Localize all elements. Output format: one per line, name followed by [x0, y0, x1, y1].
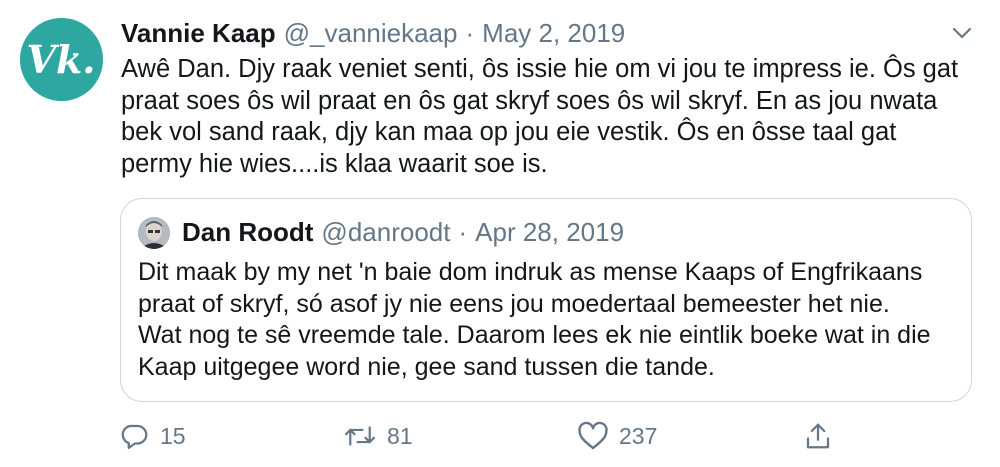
- chevron-down-icon[interactable]: [950, 22, 974, 44]
- author-name[interactable]: Vannie Kaap: [121, 18, 276, 49]
- avatar[interactable]: Vk.: [20, 18, 103, 101]
- quoted-text-line: Kaap uitgegee word nie, gee sand tussen …: [138, 352, 715, 381]
- avatar-logo-text: Vk.: [26, 37, 95, 82]
- quoted-author-handle: @danroodt: [321, 216, 451, 247]
- tweet: Vk. Vannie Kaap @_vanniekaap · May 2, 20…: [0, 0, 1000, 467]
- tweet-text: Awê Dan. Djy raak veniet senti, ôs issie…: [121, 54, 981, 180]
- quoted-text-line: Wat nog te sê vreemde tale. Daarom lees …: [138, 321, 931, 349]
- quoted-tweet[interactable]: Dan Roodt @danroodt · Apr 28, 2019 Dit m…: [120, 198, 972, 402]
- quoted-tweet-header: Dan Roodt @danroodt · Apr 28, 2019: [182, 215, 624, 249]
- share-button[interactable]: [803, 418, 833, 454]
- tweet-date[interactable]: May 2, 2019: [482, 18, 625, 49]
- quoted-text-line: praat of skryf, só asof jy nie eens jou …: [138, 289, 890, 318]
- retweet-icon: [344, 426, 376, 446]
- quoted-text-line: Dit maak by my net 'n baie dom indruk as…: [138, 258, 923, 286]
- quoted-avatar: [138, 217, 170, 249]
- like-button[interactable]: 237: [577, 418, 657, 454]
- tweet-text-line: Awê Dan. Djy raak veniet senti, ôs issie…: [121, 55, 959, 83]
- retweet-button[interactable]: 81: [343, 418, 413, 454]
- quoted-tweet-date: Apr 28, 2019: [475, 216, 625, 247]
- reply-count: 15: [160, 422, 186, 449]
- like-count: 237: [619, 422, 658, 449]
- reply-button[interactable]: 15: [120, 418, 186, 454]
- avatar-logo: Vk.: [20, 18, 103, 101]
- separator-dot: ·: [458, 216, 468, 247]
- author-handle[interactable]: @_vanniekaap: [284, 18, 458, 49]
- tweet-text-line: praat soes ôs wil praat en ôs gat skryf …: [121, 86, 938, 115]
- share-icon: [806, 423, 830, 449]
- tweet-text-line: permy hie wies....is klaa waarit soe is.: [121, 149, 548, 178]
- quoted-tweet-text: Dit maak by my net 'n baie dom indruk as…: [138, 257, 958, 383]
- tweet-text-line: bek vol sand raak, djy kan maa op jou ei…: [121, 118, 897, 146]
- reply-icon: [121, 424, 148, 449]
- retweet-count: 81: [387, 422, 413, 449]
- quoted-author-name: Dan Roodt: [182, 216, 314, 247]
- tweet-header: Vannie Kaap @_vanniekaap · May 2, 2019: [121, 16, 625, 50]
- separator-dot: ·: [465, 17, 475, 48]
- heart-icon: [578, 421, 608, 450]
